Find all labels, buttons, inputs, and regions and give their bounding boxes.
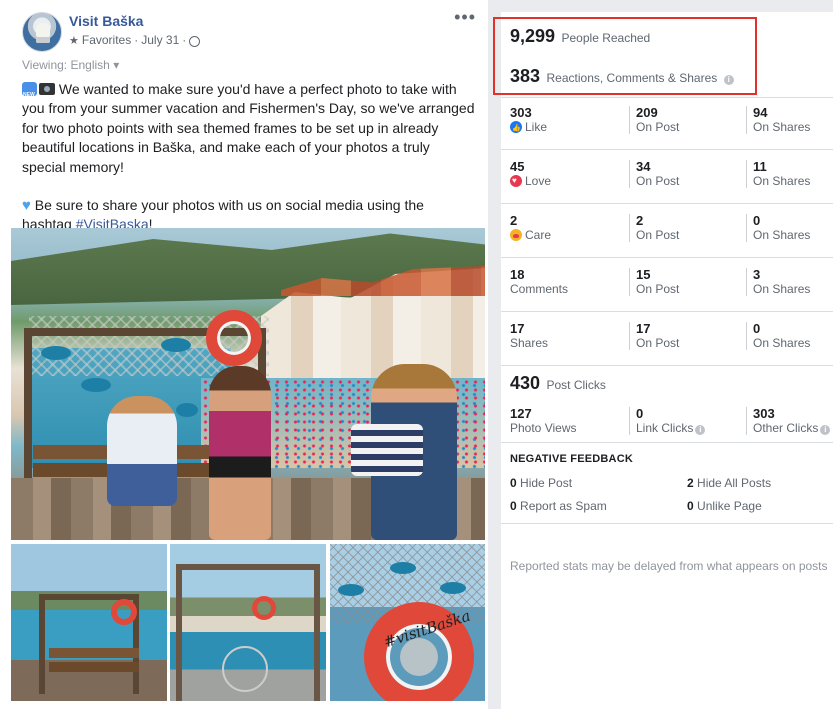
more-options-icon[interactable]: ••• — [454, 7, 476, 28]
new-badge-emoji — [22, 82, 37, 105]
spam-value: 0 — [510, 499, 517, 513]
comments-total: 18 — [510, 267, 525, 282]
clicks-row: 127 Photo Views 0 Link Clicks i 303 Other Cl… — [501, 398, 833, 451]
like-reaction-icon — [510, 121, 522, 136]
post-meta: ★ Favorites · July 31 · — [69, 33, 201, 47]
info-icon[interactable]: i — [695, 425, 706, 435]
shares-on-post: 17 — [636, 321, 651, 336]
comments-on-shares: 3 — [753, 267, 761, 282]
link-clicks-label: Link Clicks — [636, 421, 694, 435]
post-clicks: 430 Post Clicks — [510, 373, 606, 394]
hide-all-posts-stat: 2 Hide All Posts — [687, 476, 771, 490]
engagements-label: Reactions, Comments & Shares — [546, 71, 718, 85]
comments-label: Comments — [510, 282, 569, 296]
on-post-label: On Post — [636, 282, 680, 296]
love-reaction-icon — [510, 175, 522, 187]
stats-disclaimer: Reported stats may be delayed from what … — [510, 559, 828, 573]
care-reaction-icon — [510, 229, 522, 241]
love-on-post: 34 — [636, 159, 651, 174]
other-clicks-label: Other Clicks — [753, 421, 819, 435]
report-spam-stat: 0 Report as Spam — [510, 499, 607, 513]
spam-label: Report as Spam — [520, 499, 607, 513]
people-reached: 9,299 People Reached — [510, 26, 650, 47]
main-photo[interactable] — [11, 228, 485, 540]
photo-thumbnail-1[interactable] — [11, 544, 167, 701]
post-paragraph-1: We wanted to make sure you'd have a perf… — [22, 80, 477, 177]
love-total: 45 — [510, 159, 525, 174]
love-on-shares: 11 — [753, 159, 767, 174]
post-paragraph-1-text: We wanted to make sure you'd have a perf… — [22, 81, 475, 175]
people-reached-label: People Reached — [561, 31, 651, 45]
stat-row-shares: 17 Shares 17 On Post 0 On Shares — [501, 313, 833, 366]
hide-post-value: 0 — [510, 476, 517, 490]
on-shares-label: On Shares — [753, 174, 811, 188]
on-post-label: On Post — [636, 228, 680, 242]
insights-panel: 9,299 People Reached 383 Reactions, Comm… — [493, 0, 833, 709]
comments-on-post: 15 — [636, 267, 651, 282]
engagements: 383 Reactions, Comments & Shares i — [510, 66, 734, 87]
hide-all-label: Hide All Posts — [697, 476, 772, 490]
like-total: 303 — [510, 105, 532, 120]
info-icon[interactable]: i — [820, 425, 831, 435]
photo-views-value: 127 — [510, 406, 532, 421]
post-clicks-label: Post Clicks — [546, 378, 606, 392]
stat-row-like: 303Like 209On Post 94On Shares — [501, 97, 833, 150]
photo-views-label: Photo Views — [510, 421, 577, 435]
hide-all-value: 2 — [687, 476, 694, 490]
photo-thumbnail-2[interactable] — [170, 544, 326, 701]
unlike-page-stat: 0 Unlike Page — [687, 499, 762, 513]
on-post-label: On Post — [636, 174, 680, 188]
globe-icon — [189, 35, 201, 47]
meta-separator: · — [134, 33, 139, 47]
love-label: Love — [525, 174, 552, 188]
photo-thumbnail-3[interactable]: #visitBaška — [330, 544, 485, 701]
blue-heart-emoji: ♥ — [22, 197, 31, 215]
hide-post-stat: 0 Hide Post — [510, 476, 572, 490]
like-label: Like — [525, 120, 548, 134]
chevron-down-icon: ▾ — [113, 58, 120, 72]
care-total: 2 — [510, 213, 518, 228]
post-text: We wanted to make sure you'd have a perf… — [22, 80, 477, 235]
on-shares-label: On Shares — [753, 336, 811, 350]
page-name-link[interactable]: Visit Baška — [69, 13, 143, 29]
like-on-shares: 94 — [753, 105, 768, 120]
viewing-language-label: Viewing: English — [22, 58, 110, 72]
stat-row-love: 45Love 34On Post 11On Shares — [501, 151, 833, 204]
unlike-value: 0 — [687, 499, 694, 513]
post-date-link[interactable]: July 31 — [141, 33, 179, 47]
shares-label: Shares — [510, 336, 549, 350]
people-reached-value: 9,299 — [510, 26, 556, 46]
viewing-language[interactable]: Viewing: English ▾ — [22, 58, 119, 72]
care-on-post: 2 — [636, 213, 644, 228]
on-shares-label: On Shares — [753, 228, 811, 242]
other-clicks-value: 303 — [753, 406, 775, 421]
care-on-shares: 0 — [753, 213, 761, 228]
post-clicks-value: 430 — [510, 373, 541, 393]
audience-label: Favorites — [81, 33, 132, 47]
star-icon: ★ — [69, 34, 79, 47]
post-card: Visit Baška ★ Favorites · July 31 · ••• … — [0, 0, 488, 709]
page-avatar[interactable] — [22, 12, 62, 52]
like-on-post: 209 — [636, 105, 658, 120]
stat-row-care: 2 Care 2 On Post 0 On Shares — [501, 205, 833, 258]
shares-on-shares: 0 — [753, 321, 761, 336]
post-header: Visit Baška ★ Favorites · July 31 · ••• — [22, 7, 482, 52]
on-post-label: On Post — [636, 336, 680, 350]
on-post-label: On Post — [636, 120, 680, 134]
camera-emoji — [39, 83, 55, 95]
link-clicks-value: 0 — [636, 406, 644, 421]
unlike-label: Unlike Page — [697, 499, 762, 513]
shares-total: 17 — [510, 321, 525, 336]
meta-separator: · — [182, 33, 187, 47]
stat-row-comments: 18 Comments 15 On Post 3 On Shares — [501, 259, 833, 312]
engagements-value: 383 — [510, 66, 541, 86]
on-shares-label: On Shares — [753, 120, 811, 134]
on-shares-label: On Shares — [753, 282, 811, 296]
info-icon[interactable]: i — [723, 75, 734, 85]
negative-feedback-title: NEGATIVE FEEDBACK — [510, 453, 633, 465]
care-label: Care — [525, 228, 552, 242]
hide-post-label: Hide Post — [520, 476, 573, 490]
